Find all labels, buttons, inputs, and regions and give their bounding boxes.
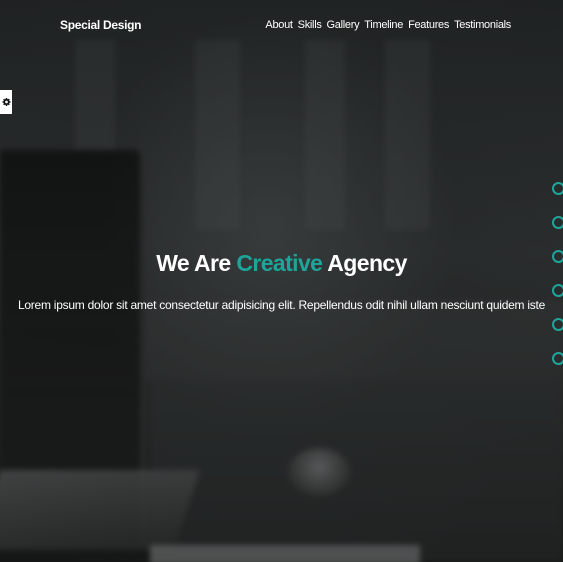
background-laptop-base: [0, 470, 200, 550]
hero-description: Lorem ipsum dolor sit amet consectetur a…: [17, 298, 546, 312]
nav-gallery[interactable]: Gallery: [327, 19, 360, 31]
bullet-nav-item[interactable]: [552, 250, 563, 263]
brand-logo[interactable]: Special Design: [60, 18, 141, 32]
hero-title-end: Agency: [322, 250, 407, 276]
hero-title-start: We Are: [156, 250, 237, 276]
background-blind: [195, 40, 240, 230]
background-cup: [288, 448, 350, 496]
background-desk: [150, 380, 563, 562]
hero-title: We Are Creative Agency: [0, 250, 563, 277]
background-image: [0, 0, 563, 562]
background-blind: [385, 40, 430, 230]
bullet-nav-item[interactable]: [552, 318, 563, 331]
nav-skills[interactable]: Skills: [298, 19, 322, 31]
bullet-nav-item[interactable]: [552, 352, 563, 365]
landing-page: Special Design About Skills Gallery Time…: [0, 0, 563, 562]
background-paper: [150, 545, 420, 562]
section-bullets: [552, 182, 563, 365]
nav-timeline[interactable]: Timeline: [364, 19, 403, 31]
nav-features[interactable]: Features: [408, 19, 449, 31]
hero-title-accent: Creative: [236, 250, 323, 276]
gear-icon: [1, 97, 11, 106]
nav-testimonials[interactable]: Testimonials: [454, 19, 511, 31]
bullet-nav-item[interactable]: [552, 284, 563, 297]
bullet-nav-item[interactable]: [552, 182, 563, 195]
main-nav: About Skills Gallery Timeline Features T…: [265, 19, 511, 31]
bullet-nav-item[interactable]: [552, 216, 563, 229]
nav-about[interactable]: About: [265, 19, 293, 31]
settings-toggle-button[interactable]: [0, 90, 12, 114]
background-blind: [305, 40, 345, 230]
background-band: [130, 300, 563, 380]
